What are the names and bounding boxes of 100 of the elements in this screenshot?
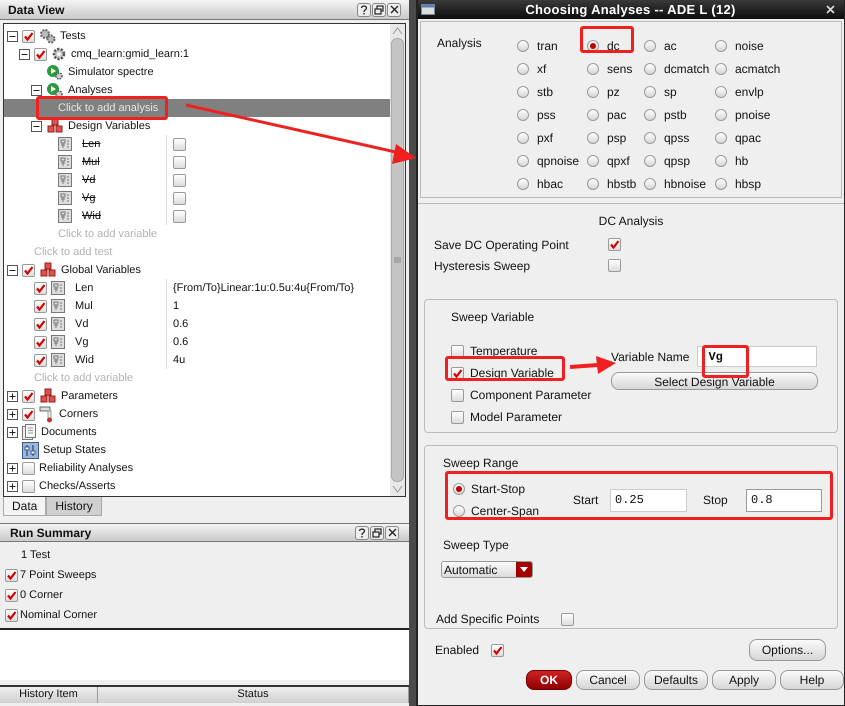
radio-button[interactable] [715,62,727,74]
checkbox[interactable] [34,354,47,366]
checkbox[interactable] [34,336,47,348]
checkbox[interactable] [451,366,464,380]
tree-row[interactable]: Vg 0.6 [4,333,390,351]
checkbox[interactable] [5,568,18,582]
column-header[interactable]: History Item [0,687,98,703]
restore-icon[interactable] [370,526,384,540]
tree-row[interactable]: Mul [4,153,390,171]
radio-label[interactable]: hbnoise [664,174,706,192]
close-icon[interactable] [385,526,399,540]
tree-row[interactable]: Wid [4,207,390,225]
tree-row[interactable]: Vd 0.6 [4,315,390,333]
radio-button[interactable] [644,154,656,166]
expand-icon[interactable] [7,426,18,438]
close-icon[interactable] [387,2,401,16]
checkbox[interactable] [561,612,574,626]
radio-button[interactable] [587,62,599,74]
checkbox[interactable] [22,264,35,276]
checkbox[interactable] [491,644,504,656]
radio-button[interactable] [715,132,727,144]
dialog-button[interactable]: Cancel [576,670,640,690]
radio-button[interactable] [587,108,599,120]
radio-label[interactable]: qpxf [607,152,630,170]
tree-row[interactable]: Wid 4u [4,351,390,369]
checkbox[interactable] [451,344,464,358]
expand-icon[interactable] [7,462,18,474]
help-icon[interactable] [355,526,369,540]
dialog-button[interactable]: Help [780,670,844,690]
radio-button[interactable] [453,505,465,517]
checkbox-label[interactable]: Temperature [470,342,538,360]
checkbox[interactable] [34,282,47,294]
select-design-variable-button[interactable]: Select Design Variable [611,372,818,390]
checkbox[interactable] [608,238,621,251]
tree-row[interactable]: Mul 1 [4,297,390,315]
radio-label[interactable]: sp [664,82,677,100]
checkbox[interactable] [22,408,35,420]
radio-label[interactable]: Center-Span [471,502,540,520]
checkbox[interactable] [173,174,186,186]
collapse-icon[interactable] [7,264,18,276]
checkbox[interactable] [22,390,35,402]
checkbox[interactable] [34,48,47,60]
radio-label[interactable]: acmatch [735,60,780,78]
dialog-button[interactable]: Defaults [644,670,708,690]
checkbox[interactable] [22,30,35,42]
expand-icon[interactable] [7,408,18,420]
collapse-icon[interactable] [31,84,42,96]
tree-row[interactable]: Documents [4,423,390,441]
radio-label[interactable]: hbsp [735,174,762,192]
restore-icon[interactable] [372,2,386,16]
radio-button[interactable] [715,40,727,52]
radio-label[interactable]: ac [664,36,677,54]
radio-button[interactable] [644,132,656,144]
expand-icon[interactable] [7,480,18,492]
checkbox-label[interactable]: Model Parameter [470,408,562,426]
tree-row[interactable]: Analyses [4,81,390,99]
scroll-up-icon[interactable] [392,26,403,36]
radio-label[interactable]: pnoise [735,106,770,124]
radio-button[interactable] [453,483,465,495]
tab[interactable]: Data [3,497,46,516]
checkbox[interactable] [22,480,35,492]
collapse-icon[interactable] [31,120,42,132]
checkbox[interactable] [608,259,621,272]
dialog-button[interactable]: Apply [712,670,776,690]
tree-row[interactable]: Vd [4,171,390,189]
radio-label[interactable]: qpsp [664,152,690,170]
radio-button[interactable] [517,86,529,98]
checkbox-label[interactable]: Component Parameter [470,386,592,404]
expand-icon[interactable] [7,390,18,402]
tree-row[interactable]: Tests [4,27,390,45]
tree-row[interactable]: Simulator spectre [4,63,390,81]
radio-button[interactable] [517,132,529,144]
sweep-type-dropdown[interactable]: Automatic [441,561,533,578]
radio-button[interactable] [587,154,599,166]
tab[interactable]: History [46,497,102,516]
radio-label[interactable]: pxf [537,128,554,146]
start-field[interactable]: 0.25 [610,488,687,512]
radio-button[interactable] [644,40,656,52]
dialog-button[interactable]: OK [526,670,572,690]
tree-row[interactable]: Global Variables [4,261,390,279]
tree-row[interactable]: Len {From/To}Linear:1u:0.5u:4u{From/To} [4,279,390,297]
radio-button[interactable] [644,108,656,120]
variable-name-field[interactable]: Vg [697,346,818,367]
radio-label[interactable]: dcmatch [664,60,710,78]
radio-button[interactable] [587,178,599,190]
scrollbar-thumb[interactable] [391,38,404,482]
radio-label[interactable]: dc [607,36,620,54]
radio-button[interactable] [644,86,656,98]
tree-row[interactable]: Corners [4,405,390,423]
radio-label[interactable]: stb [537,82,554,100]
checkbox-label[interactable]: Design Variable [470,364,554,382]
tree-row[interactable]: Design Variables [4,117,390,135]
tree-row[interactable]: Vg [4,189,390,207]
radio-button[interactable] [644,178,656,190]
radio-button[interactable] [517,154,529,166]
radio-button[interactable] [517,62,529,74]
options-button[interactable]: Options... [749,639,826,661]
checkbox[interactable] [451,410,464,424]
radio-label[interactable]: qpss [664,128,690,146]
radio-label[interactable]: qpac [735,128,762,146]
